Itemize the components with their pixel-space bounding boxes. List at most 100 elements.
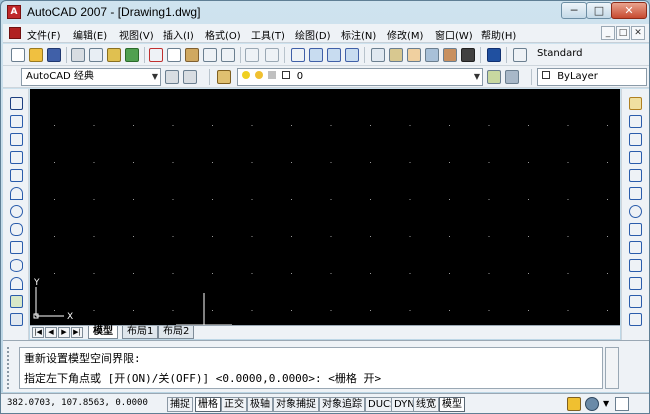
properties-icon[interactable] bbox=[371, 48, 385, 62]
ortho-toggle[interactable]: 正交 bbox=[221, 397, 247, 412]
communication-center-icon[interactable] bbox=[567, 397, 581, 411]
menu-view[interactable]: 视图(V) bbox=[119, 27, 154, 42]
minimize-button[interactable]: ─ bbox=[561, 2, 587, 19]
sheet-set-icon[interactable] bbox=[425, 48, 439, 62]
offset-icon[interactable] bbox=[629, 151, 642, 164]
autocad-app-icon[interactable]: A bbox=[7, 5, 21, 19]
save-workspace-icon[interactable] bbox=[183, 70, 197, 84]
plot-preview-icon[interactable] bbox=[89, 48, 103, 62]
menu-insert[interactable]: 插入(I) bbox=[163, 27, 194, 42]
menu-format[interactable]: 格式(O) bbox=[205, 27, 241, 42]
ellipse-arc-icon[interactable] bbox=[10, 277, 23, 290]
tab-model[interactable]: 模型 bbox=[88, 326, 118, 339]
erase-icon[interactable] bbox=[629, 97, 642, 110]
doc-close-button[interactable]: ✕ bbox=[631, 26, 645, 40]
chevron-down-icon[interactable]: ▼ bbox=[603, 399, 609, 408]
last-tab-button[interactable]: ▶| bbox=[71, 327, 83, 338]
zoom-window-icon[interactable] bbox=[327, 48, 341, 62]
revision-cloud-icon[interactable] bbox=[10, 223, 23, 236]
layer-previous-icon[interactable] bbox=[505, 70, 519, 84]
menu-dimension[interactable]: 标注(N) bbox=[341, 27, 376, 42]
undo-icon[interactable] bbox=[245, 48, 259, 62]
workspace-dropdown[interactable]: AutoCAD 经典 ▼ bbox=[21, 68, 161, 86]
calculator-icon[interactable] bbox=[461, 48, 475, 62]
paste-icon[interactable] bbox=[185, 48, 199, 62]
block-editor-icon[interactable] bbox=[221, 48, 235, 62]
menu-edit[interactable]: 编辑(E) bbox=[73, 27, 107, 42]
scale-icon[interactable] bbox=[629, 223, 642, 236]
doc-restore-button[interactable]: □ bbox=[616, 26, 630, 40]
drawing-canvas[interactable]: Y X bbox=[30, 89, 620, 325]
grid-toggle[interactable]: 栅格 bbox=[195, 397, 221, 412]
design-center-icon[interactable] bbox=[389, 48, 403, 62]
next-tab-button[interactable]: ▶ bbox=[58, 327, 70, 338]
line-icon[interactable] bbox=[10, 97, 23, 110]
zoom-realtime-icon[interactable] bbox=[309, 48, 323, 62]
clean-screen-icon[interactable] bbox=[615, 397, 629, 411]
arc-icon[interactable] bbox=[10, 187, 23, 200]
copy-icon[interactable] bbox=[167, 48, 181, 62]
polygon-icon[interactable] bbox=[10, 151, 23, 164]
menu-file[interactable]: 文件(F) bbox=[27, 27, 61, 42]
model-toggle[interactable]: 模型 bbox=[439, 397, 465, 412]
layer-manager-icon[interactable] bbox=[217, 70, 231, 84]
stretch-icon[interactable] bbox=[629, 241, 642, 254]
doc-minimize-button[interactable]: _ bbox=[601, 26, 615, 40]
rectangle-icon[interactable] bbox=[10, 169, 23, 182]
make-block-icon[interactable] bbox=[10, 313, 23, 326]
ellipse-icon[interactable] bbox=[10, 259, 23, 272]
command-prompt[interactable]: 指定左下角点或 [开(ON)/关(OFF)] <0.0000,0.0000>: … bbox=[24, 370, 381, 386]
tool-palettes-icon[interactable] bbox=[407, 48, 421, 62]
maximize-button[interactable]: □ bbox=[586, 2, 612, 19]
help-icon[interactable] bbox=[487, 48, 501, 62]
prev-tab-button[interactable]: ◀ bbox=[45, 327, 57, 338]
extend-icon[interactable] bbox=[629, 277, 642, 290]
workspace-settings-icon[interactable] bbox=[165, 70, 179, 84]
mirror-icon[interactable] bbox=[629, 133, 642, 146]
text-style-icon[interactable] bbox=[513, 48, 527, 62]
toolbar-lock-icon[interactable] bbox=[585, 397, 599, 411]
pan-icon[interactable] bbox=[291, 48, 305, 62]
save-icon[interactable] bbox=[47, 48, 61, 62]
layer-dropdown[interactable]: 0 ▼ bbox=[237, 68, 483, 86]
trim-icon[interactable] bbox=[629, 259, 642, 272]
construction-line-icon[interactable] bbox=[10, 115, 23, 128]
menu-help[interactable]: 帮助(H) bbox=[481, 27, 516, 42]
new-file-icon[interactable] bbox=[11, 48, 25, 62]
move-icon[interactable] bbox=[629, 187, 642, 200]
markup-icon[interactable] bbox=[443, 48, 457, 62]
zoom-previous-icon[interactable] bbox=[345, 48, 359, 62]
menu-tools[interactable]: 工具(T) bbox=[251, 27, 285, 42]
publish-icon[interactable] bbox=[107, 48, 121, 62]
document-icon[interactable] bbox=[9, 27, 21, 39]
make-layer-current-icon[interactable] bbox=[487, 70, 501, 84]
menu-modify[interactable]: 修改(M) bbox=[387, 27, 423, 42]
match-properties-icon[interactable] bbox=[203, 48, 217, 62]
tab-layout2[interactable]: 布局2 bbox=[158, 326, 195, 339]
open-folder-icon[interactable] bbox=[29, 48, 43, 62]
color-dropdown[interactable]: ByLayer bbox=[537, 68, 647, 86]
rotate-icon[interactable] bbox=[629, 205, 642, 218]
array-icon[interactable] bbox=[629, 169, 642, 182]
close-button[interactable]: ✕ bbox=[611, 2, 647, 19]
menu-draw[interactable]: 绘图(D) bbox=[295, 27, 331, 42]
tab-layout1[interactable]: 布局1 bbox=[122, 326, 159, 339]
circle-icon[interactable] bbox=[10, 205, 23, 218]
explode-icon[interactable] bbox=[629, 313, 642, 326]
print-icon[interactable] bbox=[71, 48, 85, 62]
cut-icon[interactable] bbox=[149, 48, 163, 62]
osnap-toggle[interactable]: 对象捕捉 bbox=[273, 397, 319, 412]
snap-toggle[interactable]: 捕捉 bbox=[167, 397, 193, 412]
lineweight-toggle[interactable]: 线宽 bbox=[413, 397, 439, 412]
break-icon[interactable] bbox=[629, 295, 642, 308]
redo-icon[interactable] bbox=[265, 48, 279, 62]
otrack-toggle[interactable]: 对象追踪 bbox=[319, 397, 365, 412]
spline-icon[interactable] bbox=[10, 241, 23, 254]
text-style-combo[interactable]: Standard bbox=[533, 46, 643, 64]
insert-block-icon[interactable] bbox=[10, 295, 23, 308]
first-tab-button[interactable]: |◀ bbox=[32, 327, 44, 338]
3d-dwf-icon[interactable] bbox=[125, 48, 139, 62]
polar-toggle[interactable]: 极轴 bbox=[247, 397, 273, 412]
menu-window[interactable]: 窗口(W) bbox=[435, 27, 473, 42]
command-scrollbar[interactable] bbox=[605, 347, 619, 389]
